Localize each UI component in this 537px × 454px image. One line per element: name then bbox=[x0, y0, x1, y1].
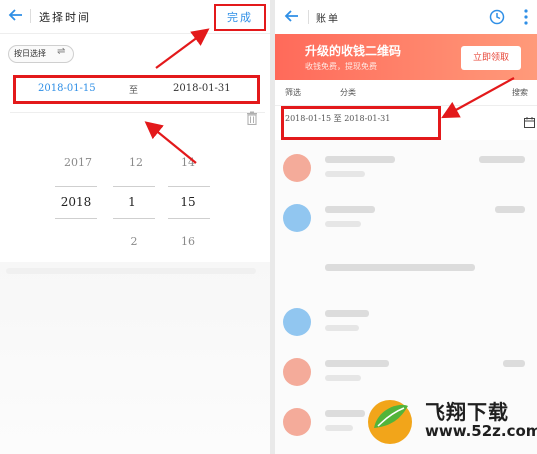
month-option[interactable]: 12 bbox=[106, 156, 166, 169]
back-arrow-icon[interactable] bbox=[8, 7, 24, 23]
title-separator bbox=[30, 9, 31, 23]
picker-line bbox=[113, 218, 155, 219]
page-title: 选择时间 bbox=[39, 11, 91, 24]
more-vertical-icon[interactable] bbox=[522, 8, 530, 26]
year-option[interactable]: 2017 bbox=[48, 156, 108, 169]
list-item[interactable] bbox=[275, 192, 537, 244]
filter-tab[interactable]: 筛选 bbox=[285, 87, 301, 98]
filter-bar bbox=[275, 80, 537, 106]
avatar bbox=[283, 154, 311, 182]
swap-icon: ⇌ bbox=[57, 46, 66, 57]
start-date-field[interactable]: 2018-01-15 bbox=[38, 83, 96, 94]
watermark-url: www.52z.com bbox=[425, 422, 537, 440]
month-option[interactable]: 2 bbox=[104, 235, 164, 248]
title-separator bbox=[308, 10, 309, 24]
blurred-amount bbox=[479, 156, 525, 163]
blurred-text bbox=[325, 206, 375, 213]
banner-subtitle: 收钱免费，提现免费 bbox=[305, 62, 377, 71]
date-range-text: 2018-01-15 至 2018-01-31 bbox=[285, 114, 391, 123]
picker-line bbox=[113, 186, 155, 187]
avatar bbox=[283, 204, 311, 232]
picker-line bbox=[55, 218, 97, 219]
banner-title: 升级的收钱二维码 bbox=[305, 44, 402, 58]
blurred-text bbox=[325, 360, 389, 367]
list-item[interactable] bbox=[275, 142, 537, 194]
blurred-background bbox=[0, 262, 270, 454]
blurred-amount bbox=[503, 360, 525, 367]
day-option[interactable]: 16 bbox=[158, 235, 218, 248]
leaf-logo-icon bbox=[368, 400, 412, 444]
range-to-label: 至 bbox=[129, 86, 139, 96]
calendar-icon[interactable] bbox=[524, 117, 535, 128]
blurred-text bbox=[325, 310, 369, 317]
year-selected[interactable]: 2018 bbox=[46, 195, 106, 209]
month-selected[interactable]: 1 bbox=[102, 195, 162, 209]
blurred-text bbox=[325, 156, 395, 163]
search-tab[interactable]: 搜索 bbox=[512, 87, 528, 98]
day-selected[interactable]: 15 bbox=[158, 195, 218, 209]
trash-icon[interactable] bbox=[246, 111, 258, 125]
end-date-field[interactable]: 2018-01-31 bbox=[173, 83, 231, 94]
watermark-title: 飞翔下载 bbox=[425, 400, 509, 424]
picker-line bbox=[168, 186, 210, 187]
blurred-text bbox=[325, 171, 365, 177]
date-picker-screen: 选择时间 完成 按日选择 ⇌ 2018-01-15 至 2018-01-31 2… bbox=[0, 0, 270, 454]
page-title: 账单 bbox=[316, 14, 340, 25]
blurred-text bbox=[325, 264, 475, 271]
back-arrow-icon[interactable] bbox=[284, 8, 300, 24]
blurred-text bbox=[325, 410, 365, 417]
blurred-row bbox=[6, 268, 256, 274]
blurred-text bbox=[325, 425, 353, 431]
claim-button[interactable]: 立即领取 bbox=[461, 46, 521, 70]
select-mode-label: 按日选择 bbox=[14, 49, 46, 58]
list-item[interactable] bbox=[275, 244, 537, 296]
blurred-text bbox=[325, 221, 361, 227]
blurred-text bbox=[325, 325, 359, 331]
avatar bbox=[283, 408, 311, 436]
picker-line bbox=[55, 186, 97, 187]
bill-screen: 账单 升级的收钱二维码 收钱免费，提现免费 立即领取 筛选 分类 搜索 2018… bbox=[275, 0, 537, 454]
avatar bbox=[283, 358, 311, 386]
picker-line bbox=[168, 218, 210, 219]
blurred-amount bbox=[495, 206, 525, 213]
category-tab[interactable]: 分类 bbox=[340, 87, 356, 98]
done-button[interactable]: 完成 bbox=[227, 9, 253, 25]
blurred-text bbox=[325, 375, 361, 381]
watermark: 飞翔下载 www.52z.com bbox=[360, 390, 537, 454]
avatar bbox=[283, 308, 311, 336]
day-option[interactable]: 14 bbox=[158, 156, 218, 169]
clock-icon[interactable] bbox=[489, 9, 505, 25]
range-divider bbox=[10, 112, 265, 113]
list-item[interactable] bbox=[275, 296, 537, 348]
